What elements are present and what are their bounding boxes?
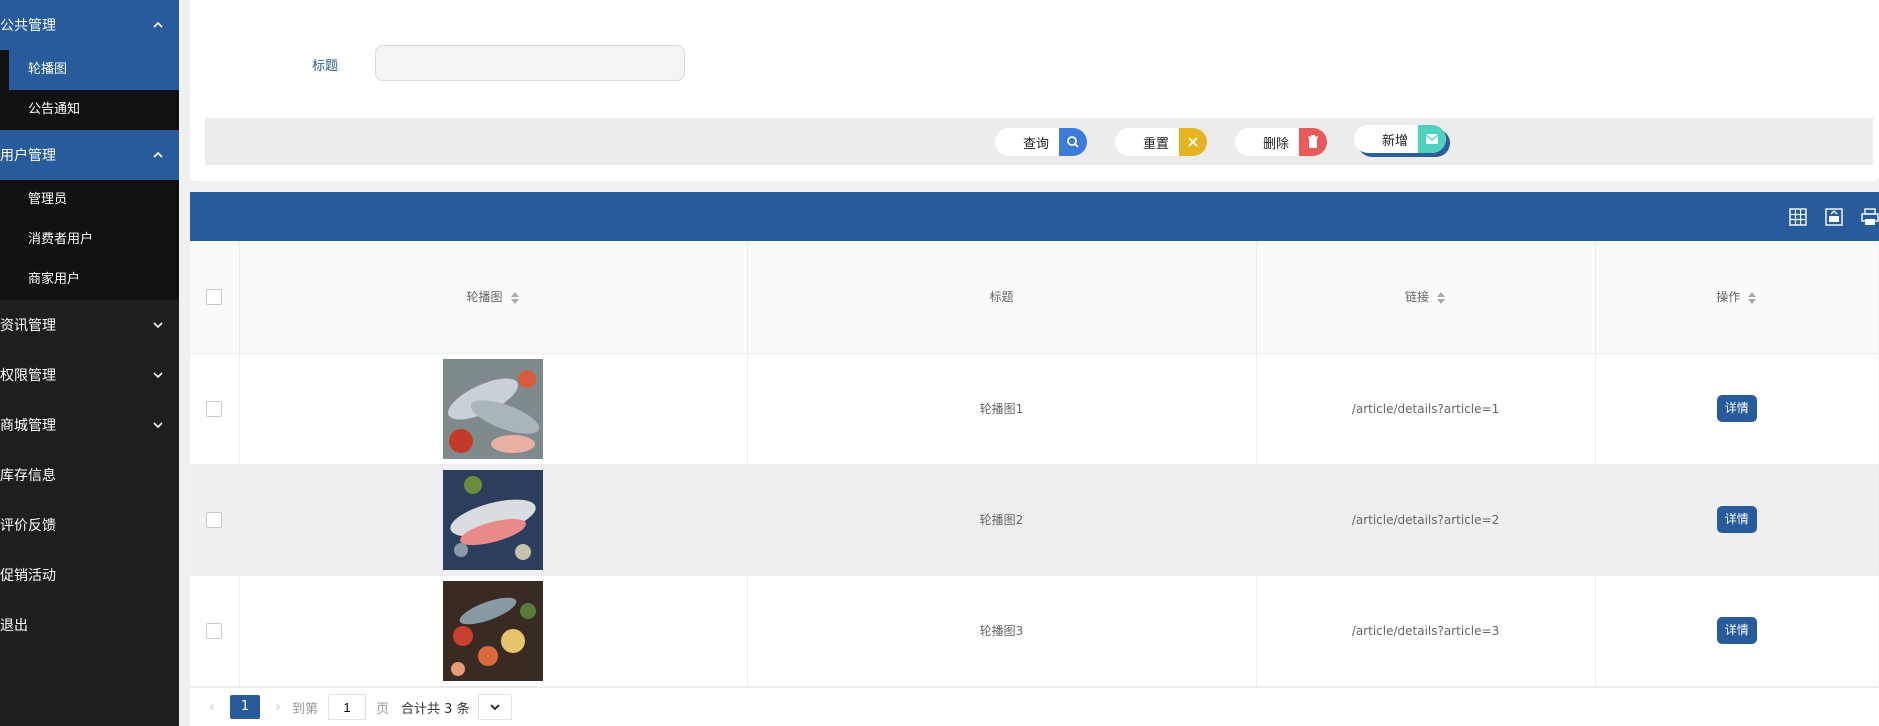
toolbar-icons <box>1789 208 1879 226</box>
sidebar: 公共管理 轮播图 公告通知 用户管理 管理员 消费者用户 商家用户 资讯管理 权… <box>0 0 179 726</box>
menu-group-mall[interactable]: 商城管理 <box>0 400 179 450</box>
menu-group-public[interactable]: 公共管理 <box>0 0 179 50</box>
menu-group-promotion[interactable]: 促销活动 <box>0 550 179 600</box>
carousel-image <box>443 580 543 681</box>
sidebar-item-notice[interactable]: 公告通知 <box>0 90 179 130</box>
table-row: 轮播图1 /article/details?article=1 详情 <box>190 353 1879 465</box>
chevron-down-icon <box>153 322 163 329</box>
detail-button[interactable]: 详情 <box>1716 506 1757 533</box>
page-size-select[interactable] <box>477 694 512 720</box>
menu-group-label: 库存信息 <box>0 468 56 484</box>
menu-group-label: 权限管理 <box>0 368 56 384</box>
row-title: 轮播图3 <box>747 575 1257 687</box>
goto-label: 到第 <box>292 701 319 717</box>
menu-group-label: 用户管理 <box>0 148 56 164</box>
row-checkbox[interactable] <box>206 511 223 528</box>
header-title: 标题 <box>747 241 1257 354</box>
row-checkbox[interactable] <box>206 622 223 639</box>
detail-button[interactable]: 详情 <box>1716 395 1757 422</box>
header-carousel[interactable]: 轮播图 <box>239 241 748 354</box>
delete-button[interactable]: 删除 <box>1235 128 1328 156</box>
chevron-down-icon <box>489 704 500 711</box>
chevron-right-icon[interactable]: › <box>270 700 286 715</box>
page-input[interactable] <box>328 694 367 720</box>
chevron-down-icon <box>153 422 163 429</box>
sort-icon[interactable] <box>510 291 520 304</box>
chevron-left-icon[interactable]: ‹ <box>204 700 220 715</box>
sort-icon[interactable] <box>1748 291 1757 304</box>
query-button[interactable]: 查询 <box>995 128 1088 156</box>
menu-group-label: 公共管理 <box>0 18 56 34</box>
pagination: ‹ 1 › 到第 页 合计共 3 条 <box>190 687 1879 726</box>
row-link: /article/details?article=2 <box>1256 464 1596 576</box>
print-icon[interactable] <box>1861 208 1879 226</box>
menu-group-feedback[interactable]: 评价反馈 <box>0 500 179 550</box>
menu-group-label: 评价反馈 <box>0 518 56 534</box>
menu-group-users[interactable]: 用户管理 <box>0 130 179 180</box>
main-content: 标题 查询 重置 删除 新增 轮播图 标题 链接 操作 轮播图1 /articl… <box>179 0 1879 726</box>
chevron-up-icon <box>153 151 163 158</box>
header-select-all[interactable] <box>190 241 240 354</box>
sidebar-item-consumer[interactable]: 消费者用户 <box>0 220 179 260</box>
menu-group-label: 退出 <box>0 618 28 634</box>
chevron-down-icon <box>153 372 163 379</box>
table: 轮播图 标题 链接 操作 轮播图1 /article/details?artic… <box>190 241 1879 687</box>
carousel-image <box>443 469 543 570</box>
add-button[interactable]: 新增 <box>1354 125 1447 153</box>
table-row: 轮播图2 /article/details?article=2 详情 <box>190 464 1879 576</box>
menu-group-news[interactable]: 资讯管理 <box>0 300 179 350</box>
carousel-image <box>443 358 543 459</box>
current-page[interactable]: 1 <box>230 695 260 719</box>
columns-icon[interactable] <box>1789 208 1807 226</box>
row-checkbox[interactable] <box>206 400 223 417</box>
menu-group-permission[interactable]: 权限管理 <box>0 350 179 400</box>
menu-group-label: 促销活动 <box>0 568 56 584</box>
close-icon <box>1179 128 1208 156</box>
table-header-row: 轮播图 标题 链接 操作 <box>190 241 1879 354</box>
reset-button[interactable]: 重置 <box>1115 128 1208 156</box>
sidebar-item-merchant[interactable]: 商家用户 <box>0 260 179 300</box>
chevron-up-icon <box>153 21 163 28</box>
search-panel: 标题 查询 重置 删除 新增 <box>190 0 1879 181</box>
menu-group-label: 资讯管理 <box>0 318 56 334</box>
header-action[interactable]: 操作 <box>1595 241 1879 354</box>
menu-group-stock[interactable]: 库存信息 <box>0 450 179 500</box>
submenu-public: 轮播图 公告通知 <box>0 50 179 130</box>
sidebar-item-admin[interactable]: 管理员 <box>0 180 179 220</box>
search-label: 标题 <box>312 59 339 74</box>
submenu-users: 管理员 消费者用户 商家用户 <box>0 180 179 300</box>
sort-icon[interactable] <box>1437 291 1446 304</box>
row-title: 轮播图1 <box>747 353 1257 465</box>
header-link[interactable]: 链接 <box>1256 241 1596 354</box>
mail-icon <box>1418 125 1447 153</box>
total-count: 合计共 3 条 <box>401 701 470 717</box>
menu-group-logout[interactable]: 退出 <box>0 600 179 650</box>
action-bar: 查询 重置 删除 新增 <box>205 118 1873 165</box>
export-icon[interactable] <box>1825 208 1843 226</box>
row-link: /article/details?article=3 <box>1256 575 1596 687</box>
trash-icon <box>1299 128 1328 156</box>
page-unit: 页 <box>376 701 390 717</box>
title-search-input[interactable] <box>375 45 685 81</box>
table-toolbar <box>190 192 1879 241</box>
row-title: 轮播图2 <box>747 464 1257 576</box>
menu-group-label: 商城管理 <box>0 418 56 434</box>
detail-button[interactable]: 详情 <box>1716 617 1757 644</box>
sidebar-item-carousel[interactable]: 轮播图 <box>9 50 179 90</box>
table-row: 轮播图3 /article/details?article=3 详情 <box>190 575 1879 687</box>
search-icon <box>1059 128 1088 156</box>
data-table: 轮播图 标题 链接 操作 轮播图1 /article/details?artic… <box>190 192 1879 726</box>
row-link: /article/details?article=1 <box>1256 353 1596 465</box>
checkbox[interactable] <box>206 288 223 305</box>
